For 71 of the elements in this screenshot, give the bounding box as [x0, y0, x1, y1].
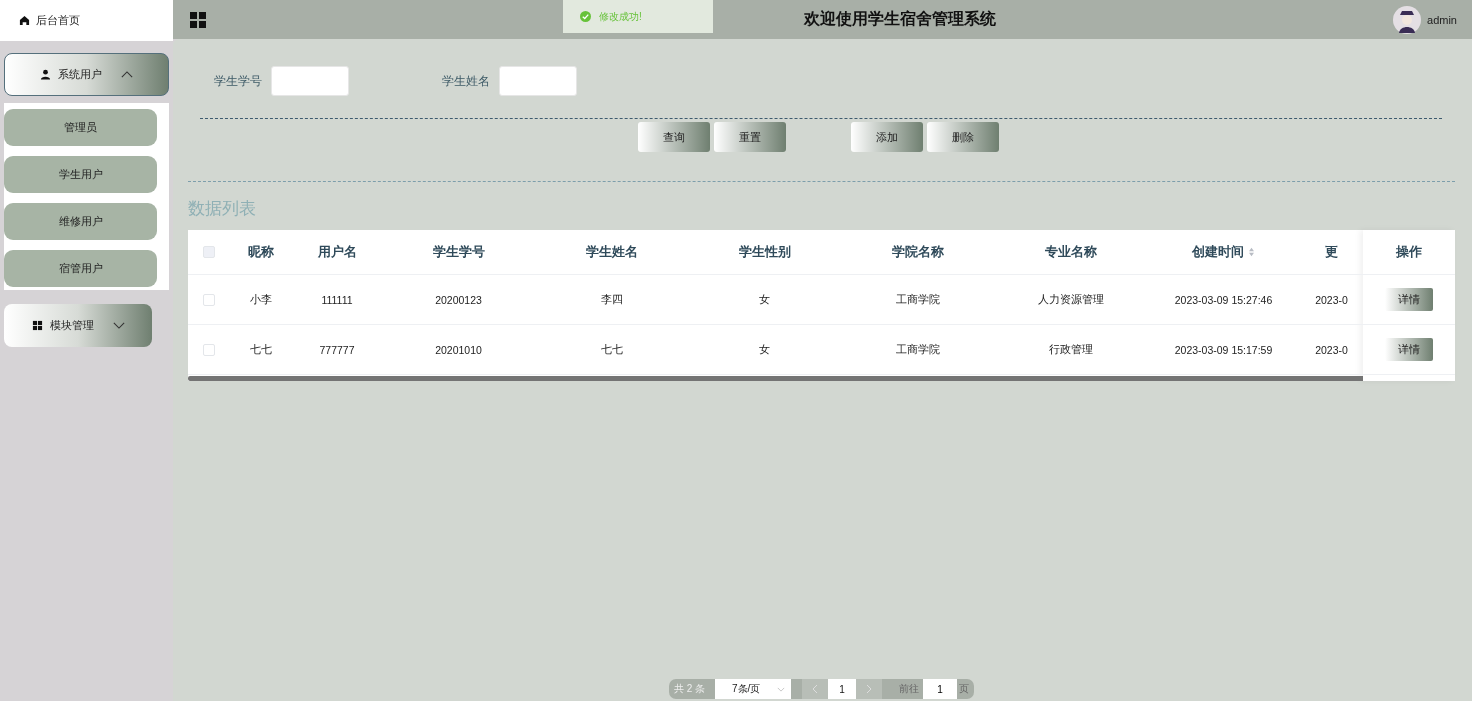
page-size-select[interactable]: 7条/页: [715, 679, 792, 699]
column-header: 更: [1325, 243, 1338, 261]
column-header: 用户名: [317, 243, 357, 261]
check-circle-icon: [580, 11, 591, 22]
input-field[interactable]: [499, 66, 577, 96]
details-button[interactable]: 详情: [1385, 288, 1433, 311]
grid-icon: [31, 320, 43, 331]
home-link[interactable]: 后台首页: [0, 0, 173, 41]
column-header: 学生性别: [738, 243, 791, 261]
chevron-down-icon: [777, 686, 786, 692]
checkbox[interactable]: [203, 246, 215, 258]
sort-icon[interactable]: [1248, 247, 1255, 257]
table-cell: 2023-0: [1315, 293, 1348, 306]
table-cell: 人力资源管理: [1037, 292, 1104, 307]
input-field[interactable]: [271, 66, 349, 96]
column-header: 操作: [1396, 243, 1422, 261]
page-input[interactable]: 1: [923, 679, 958, 699]
field-label: 学生学号: [214, 72, 262, 90]
menu-item[interactable]: 维修用户: [4, 203, 157, 240]
checkbox[interactable]: [203, 293, 215, 306]
menu-item[interactable]: 管理员: [4, 109, 157, 146]
menu-group[interactable]: 模块管理: [4, 304, 152, 347]
action-button[interactable]: 添加: [851, 122, 923, 152]
previous-page-button[interactable]: [802, 679, 829, 699]
menu-item[interactable]: 宿管用户: [4, 250, 157, 287]
user-name: admin: [1427, 13, 1457, 26]
table-cell: 2023-03-09 15:27:46: [1174, 293, 1273, 306]
chevron-down-icon: [112, 322, 125, 329]
menu-group[interactable]: 系统用户: [4, 53, 169, 96]
scrollbar[interactable]: [188, 376, 1363, 381]
table-cell: 小李: [250, 292, 272, 307]
table-cell: 111111: [321, 293, 353, 306]
column-header: 学院名称: [891, 243, 944, 261]
column-header: 学生学号: [432, 243, 485, 261]
table-cell: 工商学院: [895, 292, 940, 307]
column-header: 昵称: [248, 243, 274, 261]
action-button[interactable]: 删除: [927, 122, 999, 152]
action-button[interactable]: 重置: [714, 122, 786, 152]
total-count: 共 2 条: [672, 682, 707, 696]
app-title: 欢迎使用学生宿舍管理系统: [803, 9, 996, 29]
page-suffix: 页: [958, 682, 971, 696]
field-label: 学生姓名: [442, 72, 490, 90]
column-header: 创建时间: [1192, 243, 1244, 261]
table-cell: 李四: [600, 292, 623, 307]
action-button[interactable]: 查询: [638, 122, 710, 152]
toast-message: 修改成功!: [563, 0, 713, 33]
table-cell: 女: [759, 342, 770, 357]
column-header: 学生姓名: [585, 243, 638, 261]
table-cell: 2023-0: [1315, 343, 1348, 356]
table-cell: 七七: [600, 342, 623, 357]
table-cell: 2023-03-09 15:17:59: [1174, 343, 1273, 356]
section-title: 数据列表: [188, 198, 257, 220]
table-cell: 777777: [319, 343, 355, 356]
table-cell: 20201010: [435, 343, 482, 356]
page-button[interactable]: 1: [828, 679, 857, 699]
goto-label: 前往: [898, 682, 921, 696]
person-icon: [40, 69, 51, 80]
home-icon: [19, 15, 30, 26]
table-cell: 女: [759, 292, 770, 307]
menu-icon[interactable]: [190, 11, 206, 28]
avatar-icon[interactable]: [1393, 5, 1422, 34]
table-cell: 行政管理: [1048, 342, 1093, 357]
next-page-button[interactable]: [856, 679, 883, 699]
table-cell: 七七: [250, 342, 272, 357]
chevron-up-icon: [121, 71, 133, 78]
menu-item[interactable]: 学生用户: [4, 156, 157, 193]
table-cell: 工商学院: [895, 342, 940, 357]
column-header: 专业名称: [1044, 243, 1097, 261]
checkbox[interactable]: [203, 343, 215, 356]
table-cell: 20200123: [435, 293, 482, 306]
details-button[interactable]: 详情: [1385, 338, 1433, 361]
